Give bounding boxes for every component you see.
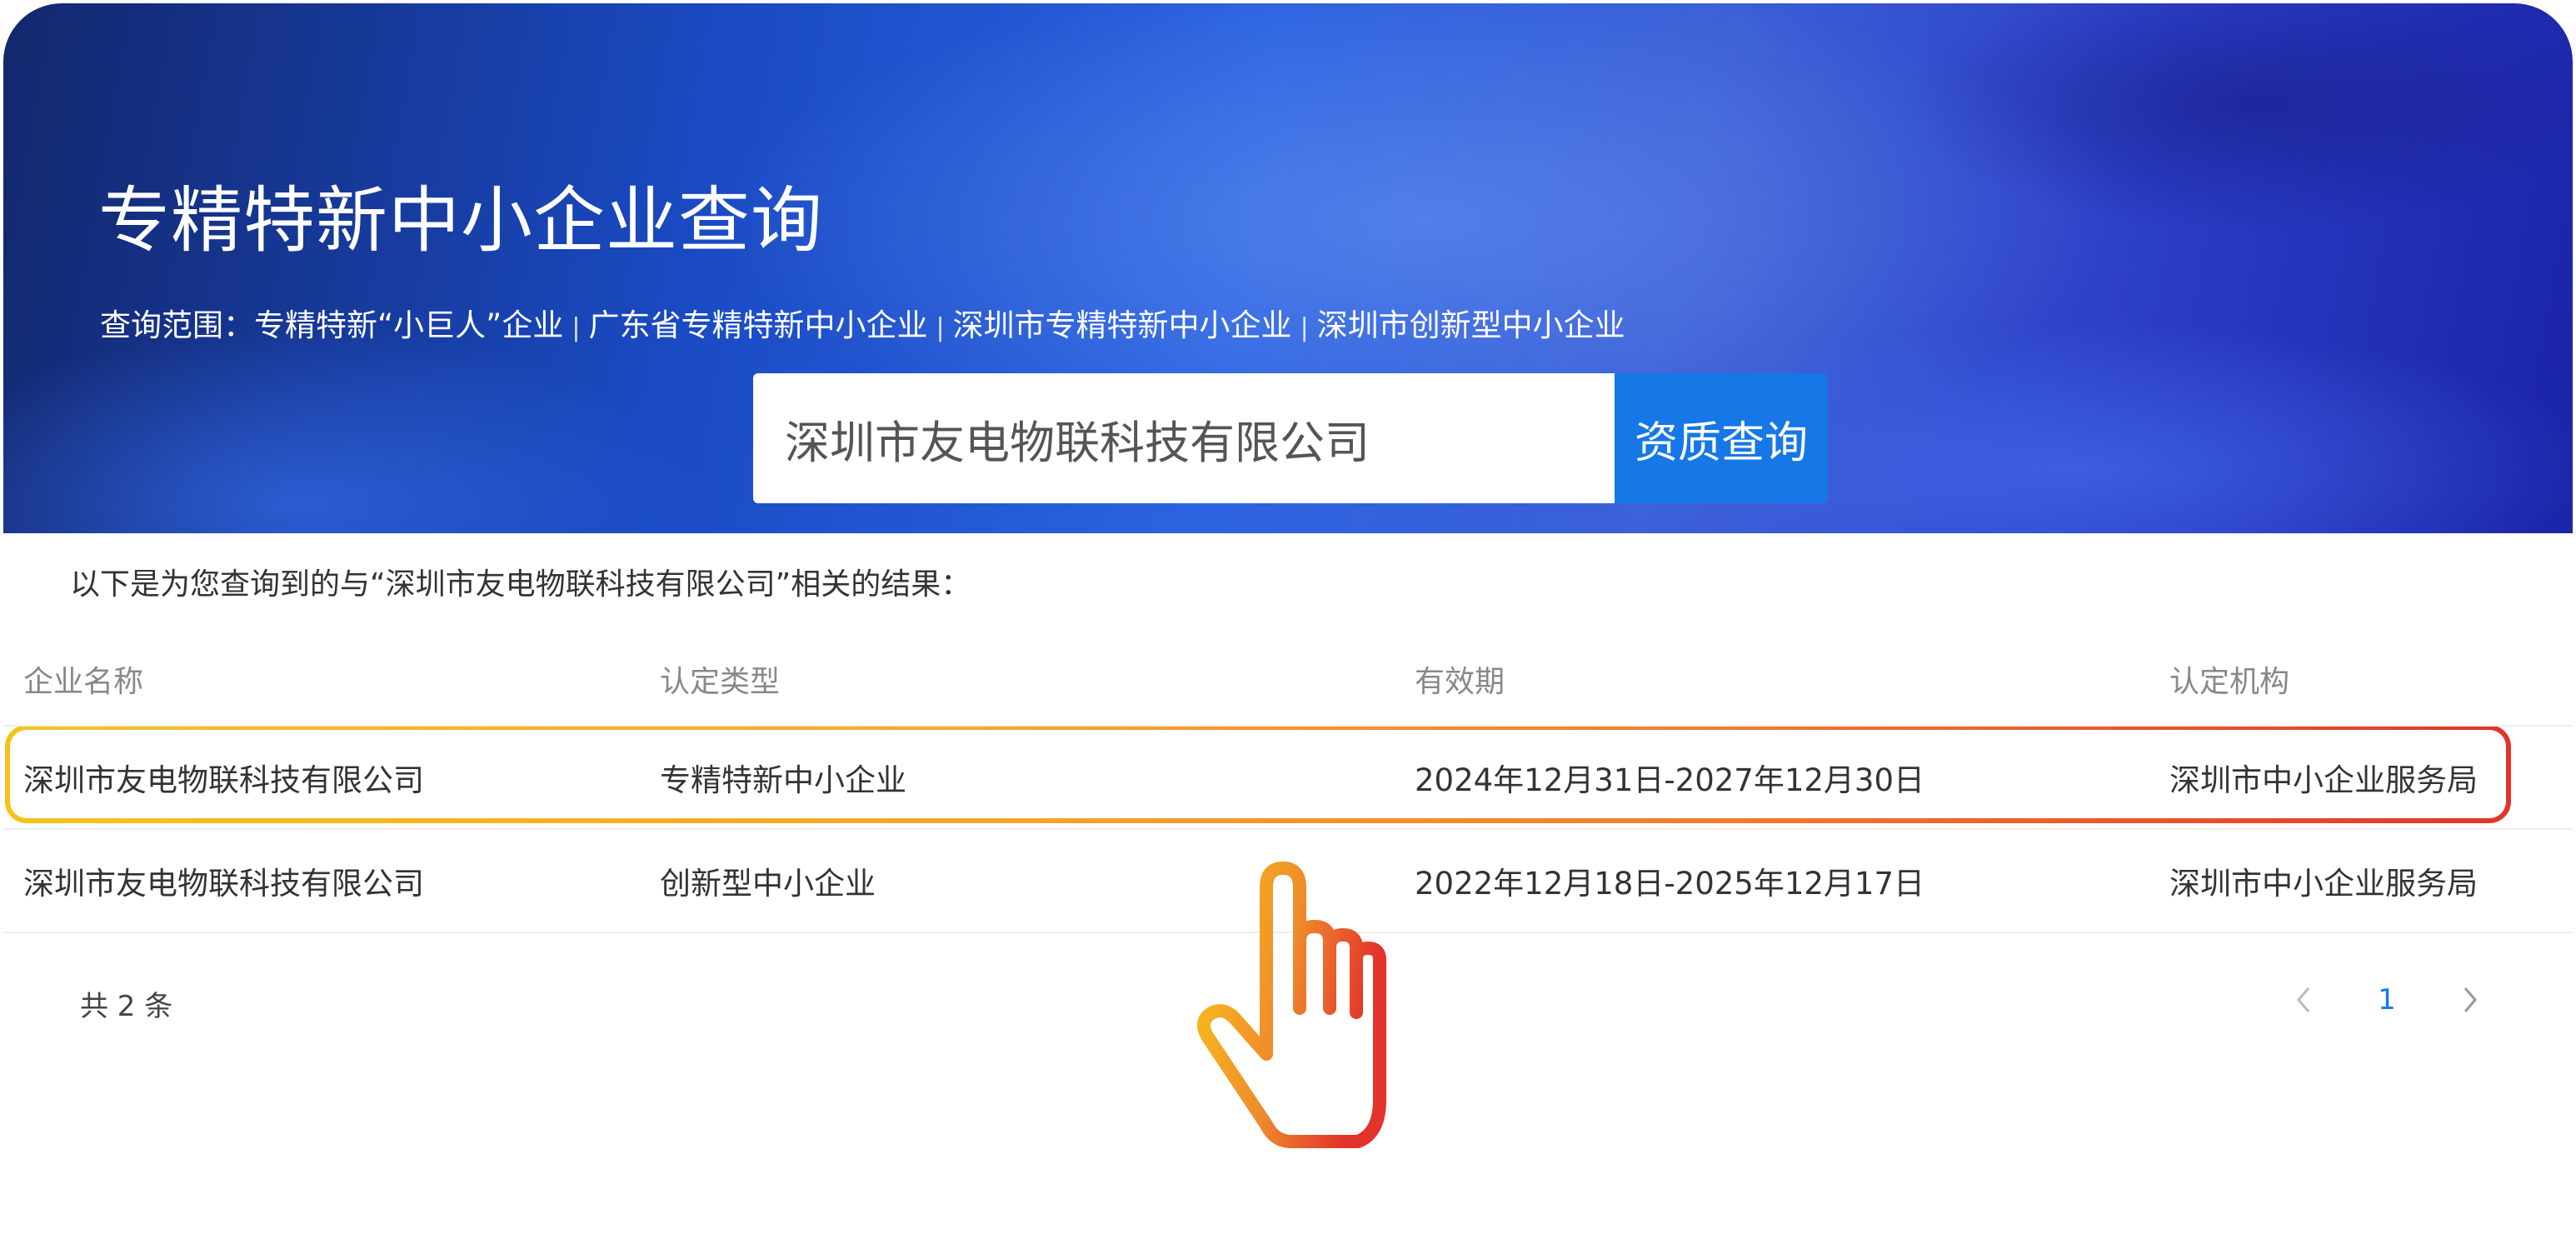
search-button[interactable]: 资质查询 (1615, 373, 1828, 503)
total-count: 共 2 条 (80, 990, 173, 1023)
company-name-cell: 深圳市友电物联科技有限公司 (23, 762, 424, 798)
header-validity-period: 有效期 (1415, 665, 1505, 699)
scope-item: 深圳市专精特新中小企业 (952, 307, 1292, 343)
scope-separator: | (572, 313, 581, 342)
company-name-cell: 深圳市友电物联科技有限公司 (23, 866, 424, 902)
certifying-agency-cell: 深圳市中小企业服务局 (2169, 866, 2478, 902)
scope-item: 专精特新“小巨人”企业 (254, 307, 564, 343)
prev-page-button[interactable] (2283, 975, 2324, 1025)
certifying-agency-cell: 深圳市中小企业服务局 (2169, 762, 2478, 798)
certification-type-cell: 创新型中小企业 (660, 866, 876, 902)
certification-type-cell: 专精特新中小企业 (660, 762, 906, 798)
pointing-hand-icon (1196, 862, 1386, 1148)
chevron-left-icon (2297, 987, 2310, 1012)
validity-period-cell: 2022年12月18日-2025年12月17日 (1415, 866, 1925, 902)
next-page-button[interactable] (2449, 975, 2491, 1025)
scope-item: 广东省专精特新中小企业 (588, 307, 928, 343)
scope-separator: | (1300, 313, 1309, 342)
chevron-right-icon (2464, 987, 2477, 1012)
query-scope: 查询范围：专精特新“小巨人”企业 | 广东省专精特新中小企业 | 深圳市专精特新中小企业… (100, 300, 1625, 345)
scope-separator: | (936, 313, 945, 342)
table-header: 企业名称 认定类型 有效期 认定机构 (3, 633, 2573, 727)
scope-prefix: 查询范围： (100, 307, 254, 343)
search-input[interactable] (753, 373, 1615, 503)
validity-period-cell: 2024年12月31日-2027年12月30日 (1415, 762, 1925, 798)
scope-item: 深圳市创新型中小企业 (1316, 307, 1625, 343)
header-company-name: 企业名称 (23, 665, 144, 699)
page-title: 专精特新中小企业查询 (98, 179, 823, 262)
page-number-button[interactable]: 1 (2366, 975, 2408, 1025)
table-row[interactable]: 深圳市友电物联科技有限公司 专精特新中小企业 2024年12月31日-2027年… (3, 727, 2573, 830)
header-certification-type: 认定类型 (660, 665, 781, 699)
header-certifying-agency: 认定机构 (2169, 665, 2290, 699)
result-summary: 以下是为您查询到的与“深圳市友电物联科技有限公司”相关的结果： (70, 567, 971, 602)
